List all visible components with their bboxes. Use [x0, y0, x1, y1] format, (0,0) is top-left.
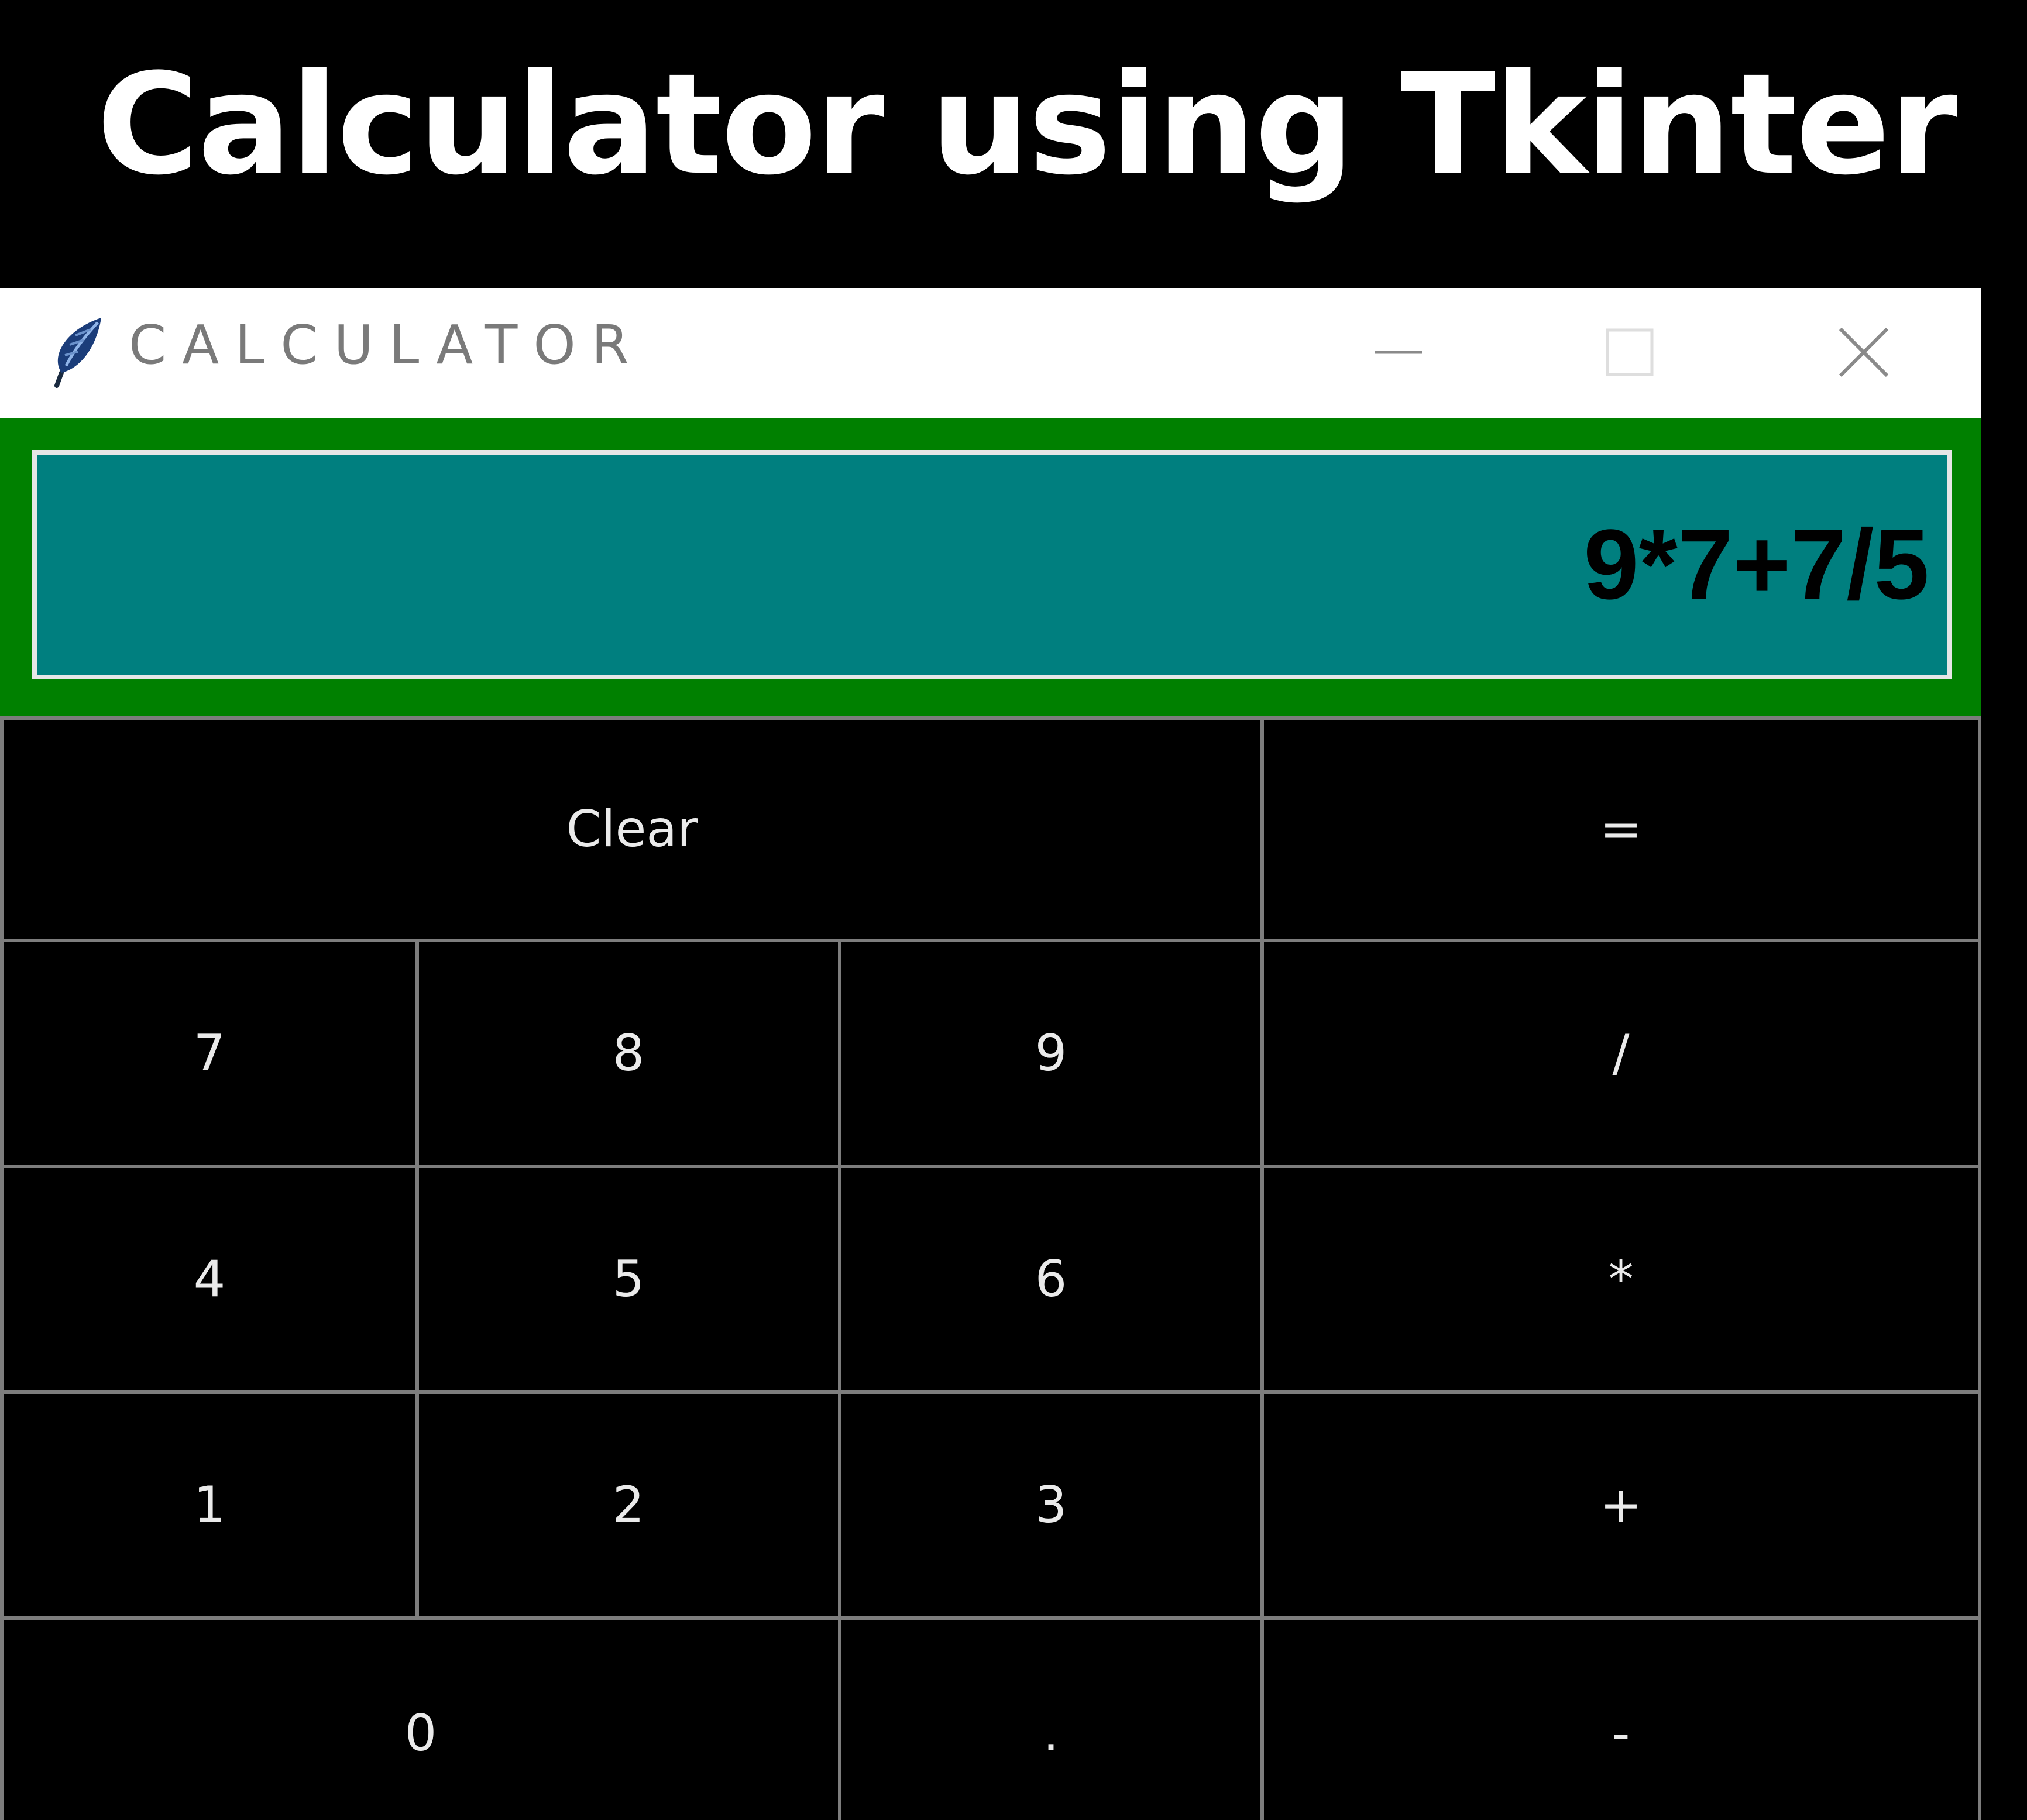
multiply-button[interactable]: * [1260, 1165, 1981, 1394]
calculator-window: CALCULATOR 9*7+7/5 Clear = 7 8 9 / 4 5 6… [0, 288, 1981, 1820]
key-1-button[interactable]: 1 [0, 1390, 419, 1620]
maximize-icon[interactable] [1589, 311, 1671, 393]
equals-button[interactable]: = [1260, 716, 1981, 942]
divide-button[interactable]: / [1260, 939, 1981, 1168]
clear-button[interactable]: Clear [0, 716, 1264, 942]
key-6-button[interactable]: 6 [838, 1165, 1264, 1394]
close-icon[interactable] [1823, 311, 1905, 393]
key-2-button[interactable]: 2 [415, 1390, 841, 1620]
feather-icon [54, 318, 101, 388]
key-3-button[interactable]: 3 [838, 1390, 1264, 1620]
window-title: CALCULATOR [129, 314, 645, 376]
display-frame: 9*7+7/5 [0, 418, 1981, 716]
key-4-button[interactable]: 4 [0, 1165, 419, 1394]
key-0-button[interactable]: 0 [0, 1616, 841, 1820]
plus-button[interactable]: + [1260, 1390, 1981, 1620]
page-headline: Calculator using Tkinter [97, 44, 1958, 206]
window-titlebar[interactable]: CALCULATOR [0, 288, 1981, 418]
key-9-button[interactable]: 9 [838, 939, 1264, 1168]
display-entry[interactable]: 9*7+7/5 [32, 450, 1952, 679]
keypad: Clear = 7 8 9 / 4 5 6 * 1 2 3 + 0 . - [0, 716, 1981, 1820]
key-7-button[interactable]: 7 [0, 939, 419, 1168]
key-5-button[interactable]: 5 [415, 1165, 841, 1394]
key-8-button[interactable]: 8 [415, 939, 841, 1168]
display-value: 9*7+7/5 [1583, 509, 1929, 620]
minimize-icon[interactable] [1358, 311, 1439, 393]
minus-button[interactable]: - [1260, 1616, 1981, 1820]
decimal-point-button[interactable]: . [838, 1616, 1264, 1820]
